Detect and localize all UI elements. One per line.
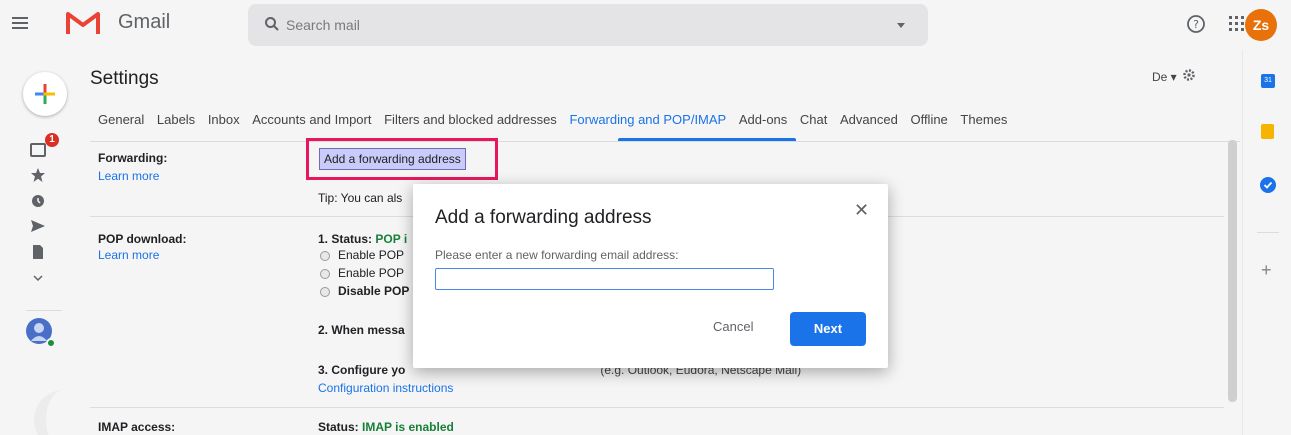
pop-download-label: POP download: [98, 232, 187, 246]
forwarding-label: Forwarding: [98, 151, 168, 165]
compose-plus-icon [35, 84, 55, 104]
chevron-down-icon[interactable] [30, 270, 46, 286]
dialog-title: Add a forwarding address [435, 207, 652, 228]
pop-option-radio[interactable] [320, 251, 330, 261]
tab-filters[interactable]: Filters and blocked addresses [384, 112, 557, 127]
tab-accounts-and-import[interactable]: Accounts and Import [252, 112, 371, 127]
tab-forwarding-pop-imap[interactable]: Forwarding and POP/IMAP [569, 112, 726, 127]
page-title: Settings [90, 68, 159, 89]
help-icon[interactable]: ? [1186, 14, 1206, 39]
tab-add-ons[interactable]: Add-ons [739, 112, 787, 127]
unread-count-badge: 1 [45, 133, 59, 147]
tab-advanced[interactable]: Advanced [840, 112, 898, 127]
tab-offline[interactable]: Offline [910, 112, 947, 127]
clock-icon[interactable] [30, 193, 46, 209]
settings-tabs: General Labels Inbox Accounts and Import… [98, 112, 1016, 127]
gmail-logo-icon[interactable] [66, 10, 100, 41]
forwarding-tip: Tip: You can als [318, 191, 403, 205]
row-divider [90, 407, 1224, 408]
pop-status-prefix: 1. Status: [318, 232, 376, 246]
input-tools-label: De [1152, 70, 1168, 84]
pop-when-messages: 2. When messa [318, 323, 405, 337]
pop-learn-more-link[interactable]: Learn more [98, 248, 159, 262]
tab-inbox[interactable]: Inbox [208, 112, 240, 127]
tasks-icon[interactable] [1260, 177, 1276, 193]
pop-status: 1. Status: POP i [318, 232, 407, 246]
pop-option-label: Disable POP [338, 284, 410, 298]
top-bar: Gmail Search mail ? Zs [0, 0, 1291, 50]
pop-option-radio[interactable] [320, 269, 330, 279]
cancel-button[interactable]: Cancel [713, 319, 753, 334]
inbox-icon[interactable] [30, 142, 46, 158]
right-side-panel: 31 + [1242, 50, 1291, 435]
side-panel-divider [1257, 232, 1279, 233]
input-tools-button[interactable]: De ▾ [1152, 70, 1177, 84]
pop-option-radio[interactable] [320, 287, 330, 297]
dialog-prompt: Please enter a new forwarding email addr… [435, 248, 679, 262]
account-avatar[interactable]: Zs [1245, 9, 1277, 41]
next-button[interactable]: Next [790, 312, 866, 346]
apps-grid-icon[interactable] [1228, 15, 1246, 38]
pop-option-label: Enable POP [338, 248, 405, 262]
gear-icon[interactable] [1182, 68, 1196, 87]
send-icon[interactable] [30, 218, 46, 234]
left-nav-rail: 1 [0, 50, 80, 435]
tab-themes[interactable]: Themes [960, 112, 1007, 127]
forwarding-learn-more-link[interactable]: Learn more [98, 169, 159, 183]
calendar-icon[interactable]: 31 [1261, 74, 1275, 88]
add-forwarding-address-button[interactable]: Add a forwarding address [319, 148, 466, 170]
compose-button[interactable] [23, 72, 67, 116]
rail-divider [26, 310, 62, 311]
imap-status-prefix: Status: [318, 420, 363, 434]
search-options-icon[interactable] [897, 23, 905, 28]
search-icon[interactable] [264, 16, 280, 37]
svg-text:?: ? [1193, 18, 1199, 31]
search-input[interactable]: Search mail [286, 17, 360, 33]
online-status-dot [46, 338, 56, 348]
hangouts-placeholder [34, 390, 78, 435]
document-icon[interactable] [30, 244, 46, 260]
close-icon[interactable]: ✕ [854, 200, 869, 221]
gmail-wordmark: Gmail [118, 11, 171, 33]
configuration-instructions-link[interactable]: Configuration instructions [318, 381, 453, 395]
tab-general[interactable]: General [98, 112, 144, 127]
tab-labels[interactable]: Labels [157, 112, 195, 127]
pop-configure-prefix: 3. Configure yo [318, 363, 406, 377]
hamburger-menu-icon[interactable] [10, 12, 32, 34]
forwarding-email-input[interactable] [435, 268, 774, 290]
keep-icon[interactable] [1261, 124, 1274, 139]
pop-option-label: Enable POP [338, 266, 405, 280]
add-forwarding-address-dialog: Add a forwarding address ✕ Please enter … [413, 184, 888, 368]
star-icon[interactable] [30, 167, 46, 183]
pop-status-value: POP i [375, 232, 408, 246]
get-add-ons-icon[interactable]: + [1261, 260, 1272, 281]
imap-status-value: IMAP is enabled [362, 420, 454, 434]
vertical-scrollbar[interactable] [1228, 140, 1237, 402]
tab-chat[interactable]: Chat [800, 112, 827, 127]
search-bar[interactable]: Search mail [248, 4, 928, 46]
imap-status: Status: IMAP is enabled [318, 420, 454, 434]
imap-access-label: IMAP access: [98, 420, 176, 434]
tabs-divider [90, 141, 1240, 142]
